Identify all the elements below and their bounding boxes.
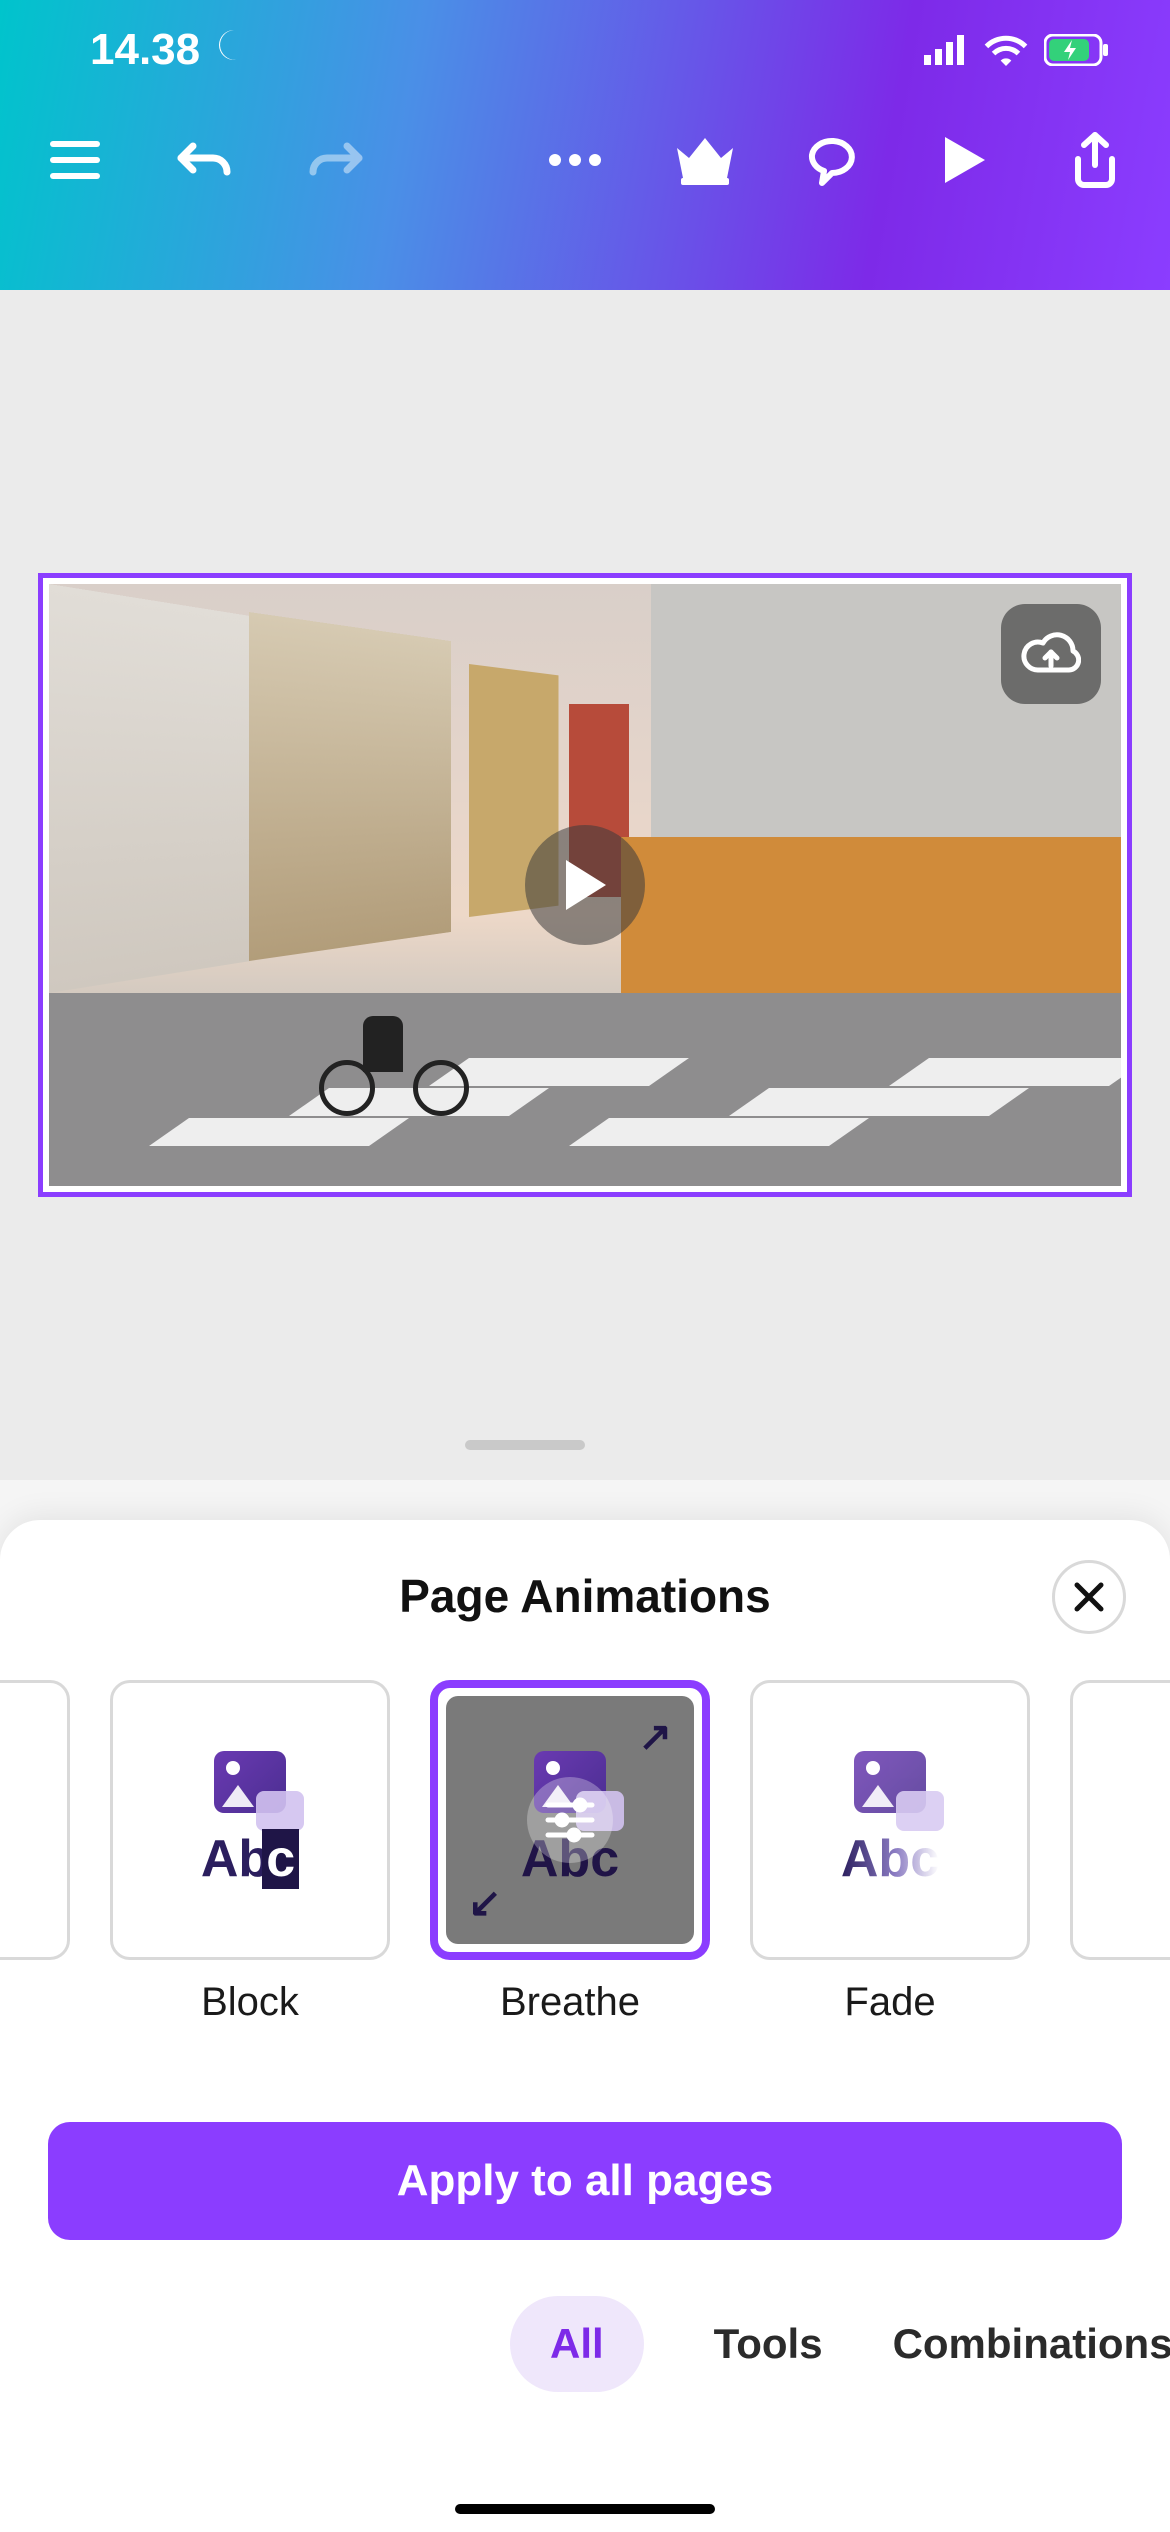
status-time: 14.38 — [90, 25, 200, 75]
canvas-area — [0, 290, 1170, 1480]
battery-charging-icon — [1044, 34, 1110, 66]
share-button[interactable] — [1060, 125, 1130, 195]
pro-crown-button[interactable] — [670, 125, 740, 195]
do-not-disturb-icon — [214, 25, 254, 76]
cloud-upload-icon[interactable] — [1001, 604, 1101, 704]
arrow-expand-icon: ↗ — [638, 1714, 672, 1760]
animation-label: Fade — [844, 1980, 935, 2025]
redo-button[interactable] — [300, 125, 370, 195]
menu-button[interactable] — [40, 125, 110, 195]
editor-toolbar — [0, 100, 1170, 220]
animation-label: Breathe — [500, 1980, 640, 2025]
home-indicator[interactable] — [455, 2504, 715, 2514]
play-button[interactable] — [930, 125, 1000, 195]
apply-to-all-pages-button[interactable]: Apply to all pages — [48, 2122, 1122, 2240]
tab-all[interactable]: All — [510, 2296, 644, 2392]
animation-option-partial-right[interactable]: A — [1070, 1680, 1170, 2025]
page-content — [49, 584, 1121, 1186]
more-button[interactable] — [540, 125, 610, 195]
cellular-icon — [924, 35, 968, 65]
animation-category-tabs: All Tools Combinations — [0, 2296, 1170, 2392]
animation-option-fade[interactable]: Abc Fade — [750, 1680, 1030, 2025]
tab-combinations[interactable]: Combinations — [893, 2320, 1170, 2368]
comment-button[interactable] — [800, 125, 870, 195]
animations-sheet: Page Animations c Abc — [0, 1520, 1170, 2532]
animation-option-breathe[interactable]: ↗ ↙ Abc — [430, 1680, 710, 2025]
canvas-play-button[interactable] — [525, 825, 645, 945]
tab-tools[interactable]: Tools — [714, 2320, 823, 2368]
sheet-drag-handle[interactable] — [465, 1440, 585, 1450]
close-button[interactable] — [1052, 1560, 1126, 1634]
animation-option-partial-left[interactable]: c — [0, 1680, 70, 2025]
animation-option-block[interactable]: Abc Block — [110, 1680, 390, 2025]
animations-carousel[interactable]: c Abc Block ↗ ↙ — [0, 1680, 1170, 2080]
arrow-expand-icon: ↙ — [468, 1880, 502, 1926]
status-bar: 14.38 — [0, 0, 1170, 100]
app-header: 14.38 — [0, 0, 1170, 290]
undo-button[interactable] — [170, 125, 240, 195]
wifi-icon — [984, 34, 1028, 66]
sheet-title: Page Animations — [399, 1569, 770, 1623]
settings-sliders-icon[interactable] — [527, 1777, 613, 1863]
animation-label: Block — [201, 1980, 299, 2025]
selected-page-frame[interactable] — [38, 573, 1132, 1197]
